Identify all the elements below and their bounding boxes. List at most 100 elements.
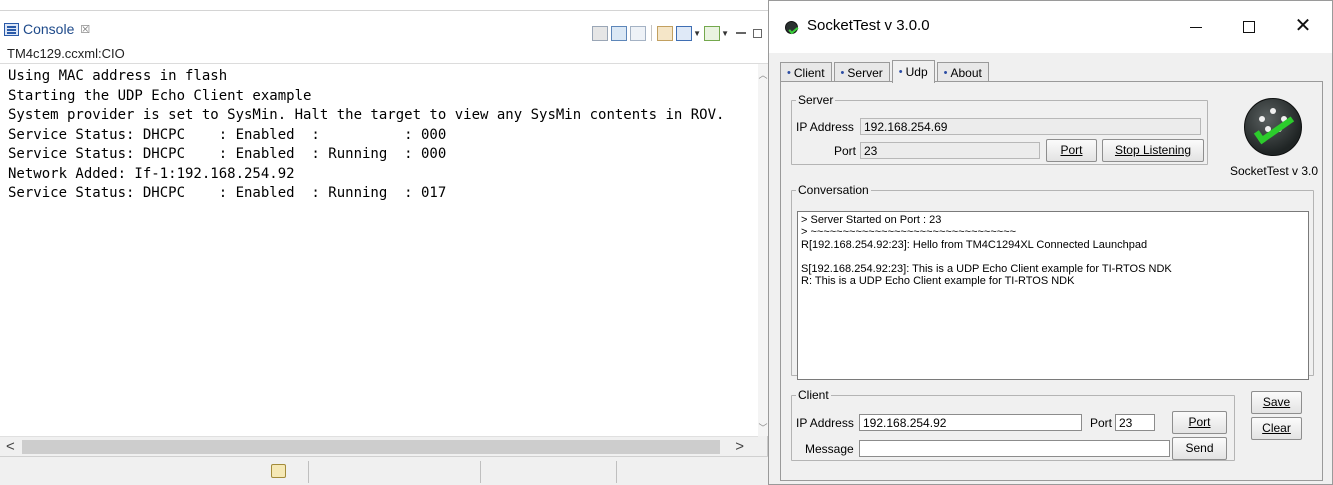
status-icon[interactable] bbox=[271, 464, 286, 478]
horizontal-scroll-thumb[interactable] bbox=[22, 440, 720, 454]
conversation-line: R[192.168.254.92:23]: Hello from TM4C129… bbox=[801, 238, 1148, 251]
console-line: Starting the UDP Echo Client example bbox=[8, 87, 312, 104]
console-tab-label: Console bbox=[23, 21, 75, 37]
client-legend: Client bbox=[798, 388, 829, 402]
conversation-textarea[interactable]: > Server Started on Port : 23 > ~~~~~~~~… bbox=[797, 211, 1309, 380]
conversation-line: R: This is a UDP Echo Client example for… bbox=[801, 275, 1075, 288]
client-port-button-label: Port bbox=[1188, 415, 1211, 429]
stop-listening-label: Stop Listening bbox=[1114, 143, 1192, 157]
console-line: Service Status: DHCPC : Enabled : Runnin… bbox=[8, 146, 447, 162]
status-separator bbox=[480, 461, 481, 483]
pin-console-icon[interactable] bbox=[657, 25, 674, 41]
client-ip-input[interactable]: 192.168.254.92 bbox=[859, 414, 1082, 431]
server-ip-field[interactable]: 192.168.254.69 bbox=[860, 118, 1201, 135]
console-view: Console ☒ ▼ ▼ TM4c129.ccxml:CIO Using MA… bbox=[0, 0, 768, 485]
send-button[interactable]: Send bbox=[1172, 437, 1227, 460]
chevron-down-icon[interactable]: ▼ bbox=[693, 29, 701, 38]
scroll-lock-icon[interactable] bbox=[611, 25, 628, 41]
status-separator bbox=[308, 461, 309, 483]
maximize-button[interactable] bbox=[1229, 11, 1269, 41]
close-button[interactable]: ✕ bbox=[1283, 11, 1323, 41]
server-port-label: Port bbox=[834, 144, 857, 158]
app-icon bbox=[785, 21, 798, 34]
bullet-icon: • bbox=[943, 66, 948, 79]
clear-button-label: Clear bbox=[1262, 421, 1291, 435]
server-legend: Server bbox=[798, 93, 834, 107]
client-ip-label: IP Address bbox=[796, 416, 854, 430]
maximize-icon bbox=[1243, 21, 1255, 34]
client-port-button[interactable]: Port bbox=[1172, 411, 1227, 434]
server-port-field[interactable]: 23 bbox=[860, 142, 1040, 159]
tab-about[interactable]: • About bbox=[936, 62, 989, 82]
status-bar bbox=[0, 456, 768, 485]
client-group: Client IP Address 192.168.254.92 Port 23… bbox=[791, 388, 1235, 461]
console-tabbar: Console ☒ ▼ ▼ bbox=[0, 10, 768, 44]
console-line: Using MAC address in flash bbox=[8, 68, 228, 84]
console-icon bbox=[4, 22, 19, 36]
open-console-icon[interactable] bbox=[704, 25, 721, 41]
clear-button[interactable]: Clear bbox=[1251, 417, 1302, 440]
tab-udp[interactable]: • Udp bbox=[891, 60, 935, 83]
window-title: SocketTest v 3.0.0 bbox=[807, 17, 930, 34]
tab-label: Client bbox=[793, 65, 825, 80]
display-selected-console-icon[interactable] bbox=[676, 25, 693, 41]
stop-listening-button[interactable]: Stop Listening bbox=[1102, 139, 1204, 162]
bullet-icon: • bbox=[840, 66, 845, 79]
scroll-up-icon[interactable]: ︿ bbox=[758, 68, 768, 81]
toolbar-separator bbox=[651, 25, 653, 41]
client-port-input[interactable]: 23 bbox=[1115, 414, 1155, 431]
bullet-icon: • bbox=[898, 66, 903, 78]
minimize-icon bbox=[1190, 26, 1202, 28]
logo-dot bbox=[1270, 108, 1276, 114]
udp-panel: Server IP Address 192.168.254.69 Port 23… bbox=[780, 81, 1323, 481]
message-label: Message bbox=[805, 442, 854, 456]
sockettest-window: SocketTest v 3.0.0 ✕ • Client • Server •… bbox=[768, 0, 1333, 485]
server-group: Server IP Address 192.168.254.69 Port 23… bbox=[791, 93, 1208, 165]
scroll-right-icon[interactable]: > bbox=[735, 438, 744, 455]
client-port-label: Port bbox=[1090, 416, 1113, 430]
tab-client[interactable]: • Client bbox=[780, 62, 832, 82]
server-port-button[interactable]: Port bbox=[1046, 139, 1097, 162]
tab-label: Udp bbox=[905, 65, 928, 79]
message-input[interactable] bbox=[859, 440, 1170, 457]
console-subtitle: TM4c129.ccxml:CIO bbox=[0, 44, 768, 64]
server-ip-label: IP Address bbox=[796, 120, 854, 134]
status-separator bbox=[616, 461, 617, 483]
chevron-down-icon[interactable]: ▼ bbox=[721, 29, 729, 38]
minimize-icon[interactable] bbox=[736, 32, 746, 34]
logo-caption: SocketTest v 3.0 bbox=[1230, 164, 1319, 178]
conversation-line: > Server Started on Port : 23 bbox=[801, 214, 942, 226]
save-button[interactable]: Save bbox=[1251, 391, 1302, 414]
conversation-line: > ~~~~~~~~~~~~~~~~~~~~~~~~~~~~~~~~ bbox=[801, 226, 1017, 239]
word-wrap-icon[interactable] bbox=[630, 25, 647, 41]
console-line: System provider is set to SysMin. Halt t… bbox=[8, 107, 725, 123]
horizontal-scrollbar[interactable]: < > bbox=[0, 436, 758, 456]
minimize-button[interactable] bbox=[1176, 11, 1216, 41]
console-toolbar: ▼ ▼ bbox=[592, 25, 762, 41]
console-top-strip bbox=[0, 0, 768, 10]
bullet-icon: • bbox=[787, 66, 791, 79]
conversation-group: Conversation > Server Started on Port : … bbox=[791, 183, 1314, 380]
tab-strip: • Client • Server • Udp • About bbox=[780, 60, 991, 83]
clear-console-icon[interactable] bbox=[592, 25, 609, 41]
tab-console[interactable]: Console ☒ bbox=[4, 17, 90, 41]
tab-label: About bbox=[950, 65, 982, 80]
tab-label: Server bbox=[847, 65, 883, 80]
vertical-scrollbar[interactable]: ︿ ﹀ bbox=[758, 64, 768, 436]
maximize-icon[interactable] bbox=[753, 28, 762, 38]
console-line: Service Status: DHCPC : Enabled : : 000 bbox=[8, 126, 447, 143]
tab-server[interactable]: • Server bbox=[833, 62, 890, 82]
scroll-down-icon[interactable]: ﹀ bbox=[758, 421, 768, 434]
server-port-button-label: Port bbox=[1060, 143, 1083, 157]
console-output[interactable]: Using MAC address in flash Starting the … bbox=[0, 64, 758, 436]
sockettest-logo-icon bbox=[1244, 98, 1302, 156]
close-tab-icon[interactable]: ☒ bbox=[80, 23, 90, 36]
scroll-left-icon[interactable]: < bbox=[6, 438, 15, 455]
console-line: Service Status: DHCPC : Enabled : Runnin… bbox=[8, 185, 447, 201]
conversation-legend: Conversation bbox=[798, 183, 869, 197]
conversation-line: S[192.168.254.92:23]: This is a UDP Echo… bbox=[801, 263, 1172, 276]
save-button-label: Save bbox=[1262, 395, 1291, 409]
window-titlebar[interactable]: SocketTest v 3.0.0 ✕ bbox=[769, 1, 1332, 53]
conversation-line bbox=[801, 251, 1305, 263]
logo-dot bbox=[1259, 116, 1265, 122]
